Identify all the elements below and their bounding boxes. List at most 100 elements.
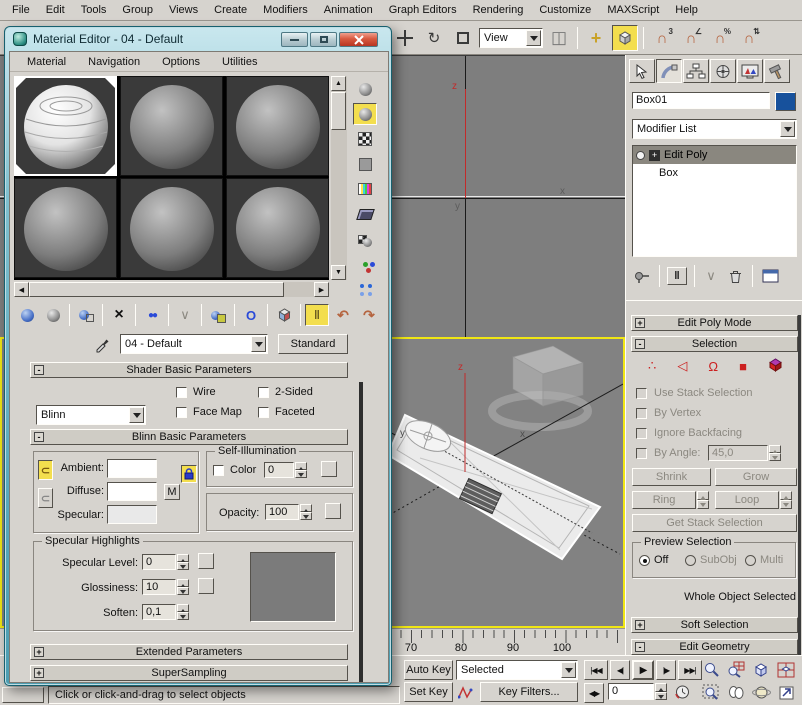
rollout-edit-geometry[interactable]: -Edit Geometry: [631, 639, 798, 655]
dropdown-arrow-icon[interactable]: [561, 662, 576, 678]
current-frame-field[interactable]: 0: [608, 683, 654, 700]
by-angle-field[interactable]: 45,0: [708, 445, 768, 461]
tab-display[interactable]: [737, 59, 763, 83]
opacity-spinner[interactable]: [300, 504, 312, 520]
put-material-to-scene-icon[interactable]: [41, 304, 65, 326]
play-button[interactable]: ▶: [632, 660, 654, 680]
dropdown-arrow-icon[interactable]: [129, 407, 144, 423]
put-to-library-icon[interactable]: [206, 304, 230, 326]
rollout-edit-poly-mode[interactable]: +Edit Poly Mode: [631, 315, 798, 331]
element-subobject-icon[interactable]: [768, 357, 783, 375]
auto-key-button[interactable]: Auto Key: [404, 660, 453, 680]
previous-frame-button[interactable]: ◀|: [610, 660, 630, 680]
preview-subobj-radio[interactable]: [685, 555, 696, 566]
opacity-map-button[interactable]: [325, 503, 341, 519]
go-to-parent-icon[interactable]: ↶: [331, 304, 355, 326]
rollout-shader-basic-parameters[interactable]: -Shader Basic Parameters: [30, 362, 348, 378]
show-end-result-stack-icon[interactable]: ‖: [667, 267, 687, 285]
scroll-down-icon[interactable]: ▼: [331, 265, 346, 280]
tab-hierarchy[interactable]: [683, 59, 709, 83]
scroll-left-icon[interactable]: ◀: [14, 282, 29, 297]
make-unique-icon[interactable]: ∨: [702, 267, 720, 285]
video-color-check-icon[interactable]: [353, 178, 377, 200]
zoom-extents-icon[interactable]: [750, 659, 772, 680]
dropdown-arrow-icon[interactable]: [526, 30, 541, 46]
angle-snap-icon[interactable]: ∩∠: [678, 25, 704, 51]
show-end-result-icon[interactable]: ‖: [305, 304, 329, 326]
menu-utilities[interactable]: Utilities: [211, 56, 268, 68]
get-stack-selection-button[interactable]: Get Stack Selection: [632, 514, 797, 532]
reference-coordinate-system-dropdown[interactable]: View: [479, 28, 543, 48]
key-mode-toggle-button[interactable]: ◀▶: [584, 683, 604, 703]
material-id-channel-icon[interactable]: O: [239, 304, 263, 326]
set-key-button[interactable]: Set Key: [404, 682, 453, 702]
self-illumination-spinner[interactable]: [295, 462, 307, 478]
spinner-snap-icon[interactable]: ∩⇅: [736, 25, 762, 51]
slots-vertical-scrollbar[interactable]: ▲ ▼: [331, 76, 347, 280]
specular-level-spinner[interactable]: [177, 554, 189, 570]
arc-rotate-icon[interactable]: [750, 682, 772, 703]
go-to-start-button[interactable]: |◀◀: [584, 660, 608, 680]
ignore-backfacing-checkbox[interactable]: [636, 428, 647, 439]
make-material-copy-icon[interactable]: ●●: [140, 304, 164, 326]
menu-graph-editors[interactable]: Graph Editors: [381, 4, 465, 16]
scroll-up-icon[interactable]: ▲: [331, 76, 346, 91]
menu-modifiers[interactable]: Modifiers: [255, 4, 316, 16]
plane-object[interactable]: [388, 414, 600, 559]
glossiness-spinner[interactable]: [177, 579, 189, 595]
vertex-subobject-icon[interactable]: ∴: [648, 358, 656, 374]
menu-animation[interactable]: Animation: [316, 4, 381, 16]
selection-set-dropdown[interactable]: Selected: [456, 660, 578, 680]
sample-slot-3[interactable]: [226, 76, 329, 176]
menu-file[interactable]: File: [4, 4, 38, 16]
stack-row-box[interactable]: Box: [633, 164, 796, 182]
time-configuration-icon[interactable]: [672, 683, 692, 701]
selection-lock-toggle[interactable]: [2, 687, 44, 703]
tab-utilities[interactable]: [764, 59, 790, 83]
menu-edit[interactable]: Edit: [38, 4, 73, 16]
by-vertex-checkbox[interactable]: [636, 408, 647, 419]
edge-subobject-icon[interactable]: ◁: [677, 358, 687, 374]
specular-level-field[interactable]: 0: [142, 554, 176, 570]
opacity-field[interactable]: 100: [265, 504, 299, 520]
pick-material-eyedropper-icon[interactable]: [93, 334, 113, 354]
sample-type-icon[interactable]: [353, 78, 377, 100]
menu-customize[interactable]: Customize: [531, 4, 599, 16]
dropdown-arrow-icon[interactable]: [780, 121, 795, 137]
face-map-checkbox[interactable]: [176, 407, 187, 418]
soften-spinner[interactable]: [177, 604, 189, 620]
self-illumination-color-checkbox[interactable]: [213, 465, 224, 476]
by-angle-checkbox[interactable]: [636, 448, 647, 459]
frame-spinner[interactable]: [655, 683, 667, 700]
backlight-icon[interactable]: [353, 103, 377, 125]
loop-spinner[interactable]: [780, 491, 792, 509]
self-illumination-field[interactable]: 0: [264, 462, 294, 478]
sample-slot-5[interactable]: [120, 178, 223, 278]
glossiness-field[interactable]: 10: [142, 579, 176, 595]
go-forward-to-sibling-icon[interactable]: ↷: [357, 304, 381, 326]
grow-button[interactable]: Grow: [715, 468, 797, 486]
minimize-button[interactable]: [281, 32, 308, 47]
menu-views[interactable]: Views: [161, 4, 206, 16]
material-name-dropdown[interactable]: 04 - Default: [120, 334, 268, 354]
faceted-checkbox[interactable]: [258, 407, 269, 418]
menu-maxscript[interactable]: MAXScript: [599, 4, 667, 16]
ambient-color-swatch[interactable]: [107, 459, 157, 478]
min-max-toggle-icon[interactable]: [775, 682, 797, 703]
by-angle-spinner[interactable]: [769, 445, 781, 461]
dropdown-arrow-icon[interactable]: [251, 336, 266, 352]
modifier-stack[interactable]: + Edit Poly Box: [632, 145, 797, 257]
zoom-all-icon[interactable]: [725, 659, 747, 680]
menu-options[interactable]: Options: [151, 56, 211, 68]
loop-button[interactable]: Loop: [715, 491, 779, 509]
select-and-manipulate-icon[interactable]: +: [583, 25, 609, 51]
tab-motion[interactable]: [710, 59, 736, 83]
parameters-scrollbar[interactable]: [359, 382, 363, 682]
wire-checkbox[interactable]: [176, 387, 187, 398]
make-unique-icon[interactable]: ∨: [173, 304, 197, 326]
material-editor-titlebar[interactable]: Material Editor - 04 - Default: [5, 27, 391, 51]
sample-slot-1-active[interactable]: [14, 76, 117, 176]
sample-slot-6[interactable]: [226, 178, 329, 278]
ring-button[interactable]: Ring: [632, 491, 696, 509]
configure-modifier-sets-icon[interactable]: [760, 267, 780, 285]
